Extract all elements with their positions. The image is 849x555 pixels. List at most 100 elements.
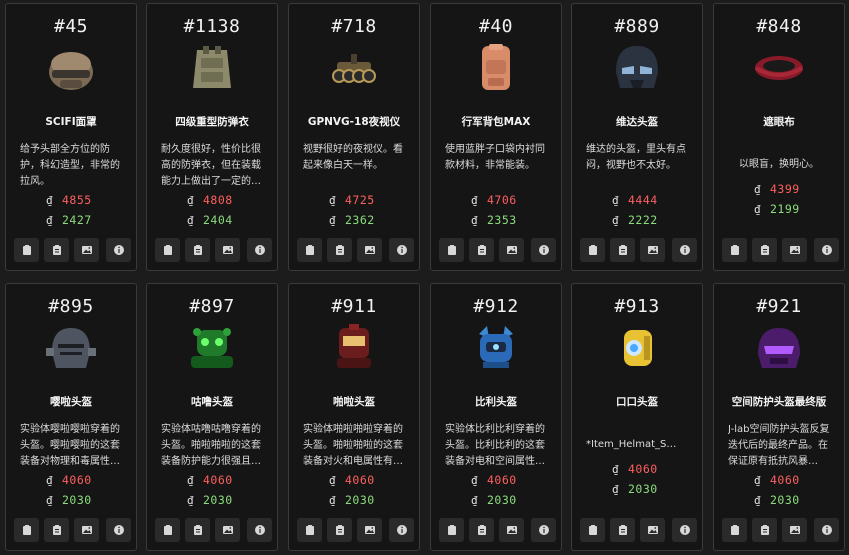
copy-list-button[interactable]	[327, 518, 352, 542]
info-button[interactable]	[106, 238, 131, 262]
info-button[interactable]	[247, 518, 272, 542]
item-card[interactable]: #911 啪啦头盔实验体啪啦啪啦穿着的头盔。啪啦啪啦的这套装备对火和电属性有… 40…	[288, 283, 420, 551]
item-card[interactable]: #921 空间防护头盔最终版 J-lab空间防护头盔反复迭代后的最终产品。在保证原有…	[713, 283, 845, 551]
info-button[interactable]	[247, 238, 272, 262]
item-card[interactable]: #912 比利头盔实验体比利比利穿着的头盔。比利比利的这套装备对电和空间属性… 40…	[430, 283, 562, 551]
item-card[interactable]: #889 维达头盔维达的头盔，里头有点闷，视野也不太好。 4444 2222	[571, 3, 703, 271]
clipboard-list-icon	[192, 524, 204, 536]
copy-list-button[interactable]	[44, 518, 69, 542]
image-icon	[647, 244, 659, 256]
image-button[interactable]	[357, 238, 382, 262]
clipboard-list-icon	[192, 244, 204, 256]
coin-icon	[471, 475, 479, 487]
item-name: 口口头盔	[616, 396, 658, 408]
item-card[interactable]: #40 行军背包MAX 使用蓝胖子口袋内衬同款材料，非常能装。 4706 2353	[430, 3, 562, 271]
info-button[interactable]	[389, 238, 414, 262]
image-button[interactable]	[640, 238, 665, 262]
image-button[interactable]	[74, 238, 99, 262]
price-high: 4444	[628, 193, 658, 207]
clipboard-list-icon	[334, 524, 346, 536]
clipboard-icon	[587, 524, 599, 536]
item-id: #889	[614, 16, 660, 37]
scifi-mask-icon	[42, 42, 100, 94]
image-button[interactable]	[782, 238, 807, 262]
info-button[interactable]	[531, 238, 556, 262]
price-row-low: 2030	[147, 492, 277, 512]
price-block: 4399 2199	[714, 181, 844, 221]
copy-list-button[interactable]	[327, 238, 352, 262]
copy-button[interactable]	[155, 518, 180, 542]
item-card[interactable]: #45 SCIFI面罩给予头部全方位的防护，科幻造型，非常的拉风。 4855 2427	[5, 3, 137, 271]
image-button[interactable]	[640, 518, 665, 542]
copy-list-button[interactable]	[185, 238, 210, 262]
copy-button[interactable]	[439, 518, 464, 542]
copy-button[interactable]	[14, 238, 39, 262]
copy-list-button[interactable]	[610, 238, 635, 262]
price-block: 4060 2030	[289, 472, 419, 512]
clipboard-icon	[162, 244, 174, 256]
clipboard-list-icon	[476, 524, 488, 536]
action-bar	[14, 518, 131, 542]
copy-button[interactable]	[580, 518, 605, 542]
copy-list-button[interactable]	[44, 238, 69, 262]
item-id: #45	[53, 16, 88, 37]
copy-list-button[interactable]	[469, 518, 494, 542]
copy-button[interactable]	[297, 238, 322, 262]
image-button[interactable]	[499, 518, 524, 542]
item-card[interactable]: #1138 四级重型防弹衣 耐久度很好，性价比很高的防弹衣，但在装载能力上做出了一定…	[146, 3, 278, 271]
info-button[interactable]	[814, 518, 839, 542]
price-low: 2030	[770, 493, 800, 507]
image-button[interactable]	[782, 518, 807, 542]
price-high: 4060	[203, 473, 233, 487]
image-button[interactable]	[215, 518, 240, 542]
info-button[interactable]	[814, 238, 839, 262]
clipboard-icon	[446, 524, 458, 536]
knight-helmet-icon	[42, 322, 100, 374]
copy-button[interactable]	[439, 238, 464, 262]
price-row-high: 4855	[6, 192, 136, 212]
image-button[interactable]	[74, 518, 99, 542]
item-id: #921	[756, 296, 802, 317]
coin-icon	[187, 495, 195, 507]
copy-list-button[interactable]	[185, 518, 210, 542]
item-card[interactable]: #913口口头盔*Item_Helmat_S…40602030	[571, 283, 703, 551]
info-icon	[396, 244, 408, 256]
item-card[interactable]: #848遮眼布以眼盲，换明心。43992199	[713, 3, 845, 271]
price-block: 4444 2222	[572, 192, 702, 232]
item-card[interactable]: #897 咕噜头盔实验体咕噜咕噜穿着的头盔。啪啦啪啦的这套装备防护能力很强且… 40…	[146, 283, 278, 551]
image-button[interactable]	[215, 238, 240, 262]
item-card[interactable]: #895 嘤啦头盔实验体嘤啦嘤啦穿着的头盔。嘤啦嘤啦的这套装备对物理和毒属性… 40…	[5, 283, 137, 551]
price-row-high: 4808	[147, 192, 277, 212]
item-grid: #45 SCIFI面罩给予头部全方位的防护，科幻造型，非常的拉风。 4855 2427…	[0, 0, 849, 555]
image-icon	[222, 244, 234, 256]
price-high: 4399	[770, 182, 800, 196]
image-button[interactable]	[499, 238, 524, 262]
info-button[interactable]	[672, 518, 697, 542]
copy-button[interactable]	[722, 518, 747, 542]
copy-list-button[interactable]	[469, 238, 494, 262]
red-robot-icon	[325, 322, 383, 374]
copy-button[interactable]	[155, 238, 180, 262]
item-description: 耐久度很好，性价比很高的防弹衣，但在装载能力上做出了一定的…	[161, 144, 261, 187]
clipboard-icon	[21, 524, 33, 536]
item-id: #718	[331, 16, 377, 37]
info-button[interactable]	[531, 518, 556, 542]
price-row-high: 4444	[572, 192, 702, 212]
info-button[interactable]	[106, 518, 131, 542]
info-button[interactable]	[389, 518, 414, 542]
copy-list-button[interactable]	[610, 518, 635, 542]
coin-icon	[187, 475, 195, 487]
image-button[interactable]	[357, 518, 382, 542]
copy-list-button[interactable]	[752, 518, 777, 542]
copy-button[interactable]	[722, 238, 747, 262]
item-card[interactable]: #718 GPNVG-18夜视仪视野很好的夜视仪。看起来像白天一样。 4725 236…	[288, 3, 420, 271]
action-bar	[580, 518, 697, 542]
price-low: 2030	[203, 493, 233, 507]
info-button[interactable]	[672, 238, 697, 262]
price-low: 2030	[62, 493, 92, 507]
copy-button[interactable]	[580, 238, 605, 262]
green-robot-icon	[183, 322, 241, 374]
copy-list-button[interactable]	[752, 238, 777, 262]
copy-button[interactable]	[297, 518, 322, 542]
copy-button[interactable]	[14, 518, 39, 542]
